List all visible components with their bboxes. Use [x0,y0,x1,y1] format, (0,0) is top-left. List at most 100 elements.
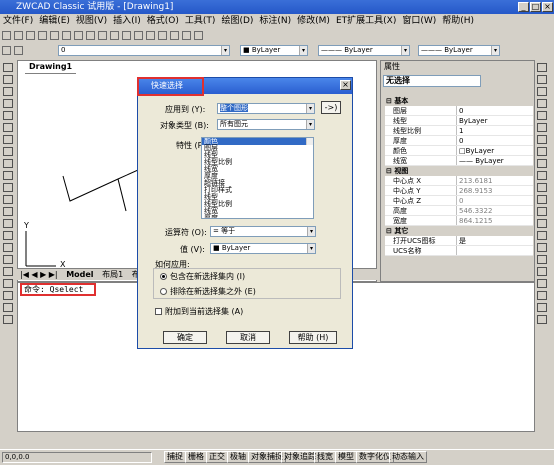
menu-item-8[interactable]: 修改(M) [294,14,333,28]
include-option[interactable]: 包含在新选择集内 (I) [160,271,245,282]
righttool-tool-icon[interactable] [537,279,547,288]
cancel-button[interactable]: 取消 [226,331,270,344]
tab-layout1[interactable]: 布局1 [99,270,126,279]
lefttool-tool-icon[interactable] [3,219,13,228]
redo-icon[interactable] [110,31,119,40]
menu-item-2[interactable]: 视图(V) [73,14,110,28]
righttool-tool-icon[interactable] [537,63,547,72]
property-row[interactable]: 线型 ByLayer [385,116,533,126]
properties-listbox[interactable]: 颜色 图层 线型 线型比例 线宽 厚度 超链接 打印样式 线型 线型比例 线宽 厚度 [201,137,314,219]
dialog-close-button[interactable]: × [340,80,351,90]
righttool-tool-icon[interactable] [537,159,547,168]
status-toggle-9[interactable]: 动态输入 [389,451,427,463]
righttool-tool-icon[interactable] [537,231,547,240]
property-row[interactable]: 高度 546.3322 [385,206,533,216]
layer-manager-icon[interactable] [2,46,11,55]
status-toggle-7[interactable]: 模型 [335,451,357,463]
design-center-icon[interactable] [170,31,179,40]
save-icon[interactable] [26,31,35,40]
righttool-tool-icon[interactable] [537,123,547,132]
menu-item-11[interactable]: 帮助(H) [439,14,477,28]
exclude-radio[interactable] [160,288,167,295]
select-objects-button[interactable]: ->) [321,101,341,114]
zoom-icon[interactable] [134,31,143,40]
zoom-window-icon[interactable] [146,31,155,40]
property-list-item[interactable]: 图层 [202,145,313,152]
close-button[interactable]: × [542,2,553,12]
righttool-tool-icon[interactable] [537,135,547,144]
lefttool-tool-icon[interactable] [3,123,13,132]
open-file-icon[interactable] [14,31,23,40]
tab-model[interactable]: Model [63,270,96,279]
status-toggle-1[interactable]: 栅格 [185,451,207,463]
color-dropdown[interactable]: ■ ByLayer ▾ [240,45,308,56]
command-line[interactable]: 命令: Qselect [20,283,96,296]
property-list-item[interactable]: 线型比例 [202,201,313,208]
include-radio[interactable] [160,273,167,280]
lefttool-tool-icon[interactable] [3,267,13,276]
status-toggle-0[interactable]: 捕捉 [164,451,186,463]
pan-icon[interactable] [122,31,131,40]
righttool-tool-icon[interactable] [537,315,547,324]
property-row[interactable]: 宽度 864.1215 [385,216,533,226]
property-row[interactable]: 打开UCS图标是 [385,236,533,246]
righttool-tool-icon[interactable] [537,183,547,192]
righttool-tool-icon[interactable] [537,195,547,204]
lefttool-tool-icon[interactable] [3,231,13,240]
apply-to-dropdown[interactable]: 整个图形 ▾ [217,103,315,114]
property-list-item[interactable]: 线宽 [202,166,313,173]
righttool-tool-icon[interactable] [537,219,547,228]
lefttool-tool-icon[interactable] [3,243,13,252]
object-type-dropdown[interactable]: 所有图元 ▾ [217,119,315,130]
property-row[interactable]: 图层 0 [385,106,533,116]
lineweight-dropdown[interactable]: ——— ByLayer ▾ [418,45,500,56]
property-list-item[interactable]: 厚度 [202,215,313,219]
property-list-item[interactable]: 打印样式 [202,187,313,194]
property-list-item[interactable]: 颜色 [202,138,313,145]
copy-icon[interactable] [74,31,83,40]
lefttool-tool-icon[interactable] [3,135,13,144]
lefttool-tool-icon[interactable] [3,303,13,312]
append-checkbox[interactable] [155,308,162,315]
property-row[interactable]: UCS名称 [385,246,533,256]
menu-item-5[interactable]: 工具(T) [182,14,219,28]
undo-icon[interactable] [98,31,107,40]
righttool-tool-icon[interactable] [537,111,547,120]
lefttool-tool-icon[interactable] [3,147,13,156]
selection-dropdown[interactable]: 无选择 [383,75,481,87]
lefttool-tool-icon[interactable] [3,111,13,120]
righttool-tool-icon[interactable] [537,291,547,300]
lefttool-tool-icon[interactable] [3,171,13,180]
lefttool-tool-icon[interactable] [3,75,13,84]
lefttool-tool-icon[interactable] [3,207,13,216]
righttool-tool-icon[interactable] [537,267,547,276]
lefttool-tool-icon[interactable] [3,291,13,300]
drawing-tab[interactable]: Drawing1 [25,62,77,74]
status-toggle-3[interactable]: 极轴 [227,451,249,463]
preview-icon[interactable] [50,31,59,40]
property-row[interactable]: 中心点 Z0 [385,196,533,206]
righttool-tool-icon[interactable] [537,87,547,96]
ok-button[interactable]: 确定 [163,331,207,344]
menu-item-10[interactable]: 窗口(W) [399,14,439,28]
layer-state-icon[interactable] [14,46,23,55]
cut-icon[interactable] [62,31,71,40]
property-row[interactable]: 线宽 —— ByLayer [385,156,533,166]
righttool-tool-icon[interactable] [537,207,547,216]
lefttool-tool-icon[interactable] [3,255,13,264]
minimize-button[interactable]: _ [518,2,529,12]
menu-item-6[interactable]: 绘图(D) [218,14,256,28]
menu-item-3[interactable]: 插入(I) [110,14,144,28]
help-button[interactable]: 帮助 (H) [289,331,337,344]
tab-scroll-arrows[interactable]: |◀ ◀ ▶ ▶| [17,270,61,279]
property-category[interactable]: ⊟ 其它 [385,226,533,236]
property-list-item[interactable]: 线宽 [202,208,313,215]
lefttool-tool-icon[interactable] [3,279,13,288]
menu-item-9[interactable]: ET扩展工具(X) [333,14,399,28]
property-list-item[interactable]: 线型比例 [202,159,313,166]
status-toggle-6[interactable]: 线宽 [314,451,336,463]
property-row[interactable]: 中心点 Y 268.9153 [385,186,533,196]
lefttool-tool-icon[interactable] [3,195,13,204]
lefttool-tool-icon[interactable] [3,315,13,324]
maximize-button[interactable]: □ [530,2,541,12]
